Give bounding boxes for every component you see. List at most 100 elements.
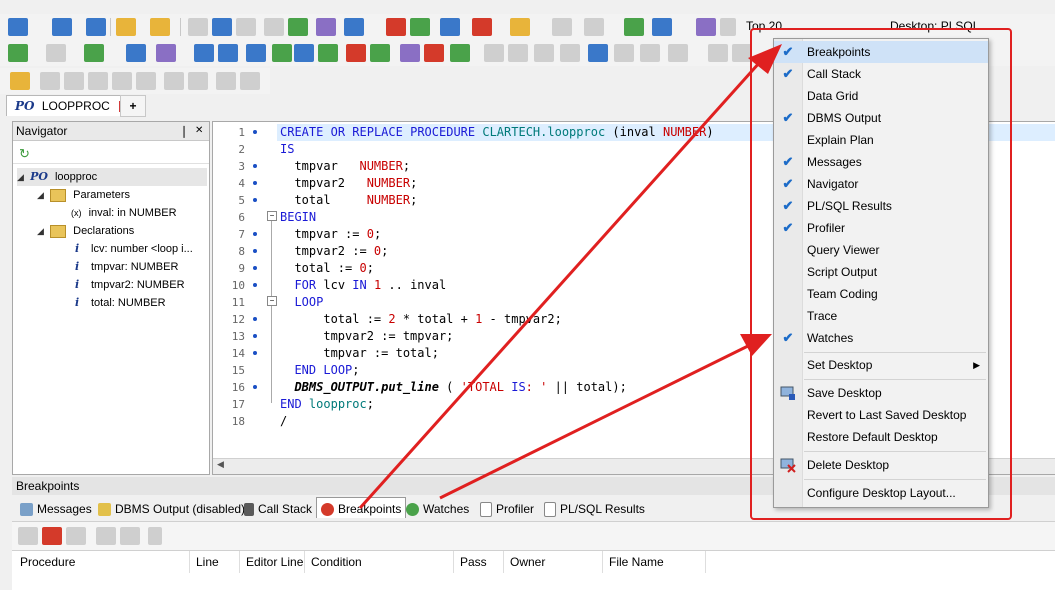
print-icon[interactable] bbox=[316, 18, 336, 36]
watch-icon[interactable] bbox=[370, 44, 390, 62]
tree-item-total[interactable]: i total: NUMBER bbox=[75, 294, 166, 312]
menu-item-revert-desktop[interactable]: Revert to Last Saved Desktop bbox=[774, 404, 988, 426]
refresh-icon[interactable] bbox=[288, 18, 308, 36]
print-preview-icon[interactable] bbox=[236, 18, 256, 36]
profiler-icon[interactable] bbox=[400, 44, 420, 62]
session-icon[interactable] bbox=[440, 18, 460, 36]
executable-line-marker[interactable] bbox=[253, 317, 257, 321]
executable-line-marker[interactable] bbox=[253, 385, 257, 389]
menu-item-configure-desktop[interactable]: Configure Desktop Layout... bbox=[774, 482, 988, 504]
executable-line-marker[interactable] bbox=[253, 181, 257, 185]
executable-line-marker[interactable] bbox=[253, 198, 257, 202]
fold-begin-icon[interactable]: − bbox=[267, 211, 277, 221]
tab-watches[interactable]: Watches bbox=[406, 498, 469, 518]
menu-item-data-grid[interactable]: Data Grid bbox=[774, 85, 988, 107]
menu-item-explain-plan[interactable]: Explain Plan bbox=[774, 129, 988, 151]
schema-icon[interactable] bbox=[86, 18, 106, 36]
run-icon[interactable] bbox=[8, 44, 28, 62]
options-icon[interactable] bbox=[10, 72, 30, 90]
menu-item-pl-sql-results[interactable]: ✔ PL/SQL Results bbox=[774, 195, 988, 217]
clipboard-icon[interactable] bbox=[560, 44, 580, 62]
format-icon[interactable] bbox=[588, 44, 608, 62]
step-over-icon[interactable] bbox=[272, 44, 292, 62]
column-header-pass[interactable]: Pass bbox=[454, 551, 504, 573]
package-icon[interactable] bbox=[150, 18, 170, 36]
team-icon[interactable] bbox=[510, 18, 530, 36]
plsql-run-icon[interactable] bbox=[194, 44, 214, 62]
execute-icon[interactable] bbox=[8, 18, 28, 36]
back-icon[interactable] bbox=[552, 18, 572, 36]
tree-item-inval[interactable]: (x) inval: in NUMBER bbox=[71, 204, 177, 222]
sql-format-icon[interactable] bbox=[344, 18, 364, 36]
collapse-icon[interactable]: ◢ bbox=[37, 222, 47, 240]
replace-icon[interactable] bbox=[668, 44, 688, 62]
paste-icon[interactable] bbox=[508, 44, 528, 62]
menu-item-delete-desktop[interactable]: Delete Desktop bbox=[774, 454, 988, 476]
plsql-icon[interactable] bbox=[652, 18, 672, 36]
close-icon[interactable]: ✕ bbox=[195, 122, 203, 140]
executable-line-marker[interactable] bbox=[253, 283, 257, 287]
forward-icon[interactable] bbox=[584, 18, 604, 36]
menu-item-messages[interactable]: ✔ Messages bbox=[774, 151, 988, 173]
column-header-condition[interactable]: Condition bbox=[305, 551, 454, 573]
top-n-combo[interactable]: Top 20 bbox=[742, 16, 878, 36]
collapse-icon[interactable]: ◢ bbox=[37, 186, 47, 204]
executable-line-marker[interactable] bbox=[253, 232, 257, 236]
executable-line-marker[interactable] bbox=[253, 130, 257, 134]
menu-item-trace[interactable]: Trace bbox=[774, 305, 988, 327]
executable-line-marker[interactable] bbox=[253, 334, 257, 338]
copy-icon[interactable] bbox=[484, 44, 504, 62]
compare-icon[interactable] bbox=[264, 18, 284, 36]
column-header-line[interactable]: Line bbox=[190, 551, 240, 573]
add-breakpoint-icon[interactable] bbox=[42, 527, 62, 545]
executable-line-marker[interactable] bbox=[253, 266, 257, 270]
tree-item-tmpvar[interactable]: i tmpvar: NUMBER bbox=[75, 258, 178, 276]
monitor-icon[interactable] bbox=[472, 18, 492, 36]
refresh-navigator-icon[interactable]: ↻ bbox=[19, 146, 30, 162]
executable-line-marker[interactable] bbox=[253, 249, 257, 253]
search-icon[interactable] bbox=[720, 18, 736, 36]
menu-item-watches[interactable]: ✔ Watches bbox=[774, 327, 988, 349]
menu-item-team-coding[interactable]: Team Coding bbox=[774, 283, 988, 305]
step-into-icon[interactable] bbox=[246, 44, 266, 62]
menu-item-save-desktop[interactable]: Save Desktop bbox=[774, 382, 988, 404]
desktop-combo[interactable]: Desktop: PLSQL bbox=[886, 16, 1026, 36]
grid-icon[interactable] bbox=[126, 44, 146, 62]
menu-item-set-desktop[interactable]: Set Desktop ▶ bbox=[774, 354, 988, 376]
column-header-procedure[interactable]: Procedure bbox=[14, 551, 190, 573]
tab-plsql-results[interactable]: PL/SQL Results bbox=[544, 498, 645, 518]
breakpoint-icon[interactable] bbox=[346, 44, 366, 62]
tab-breakpoints[interactable]: Breakpoints bbox=[316, 497, 407, 518]
run-script-icon[interactable] bbox=[84, 44, 104, 62]
tab-dbms-output[interactable]: DBMS Output (disabled) bbox=[98, 498, 245, 518]
menu-item-navigator[interactable]: ✔ Navigator bbox=[774, 173, 988, 195]
menu-item-query-viewer[interactable]: Query Viewer bbox=[774, 239, 988, 261]
menu-item-profiler[interactable]: ✔ Profiler bbox=[774, 217, 988, 239]
tree-item-lcv[interactable]: i lcv: number <loop i... bbox=[75, 240, 193, 258]
tab-messages[interactable]: Messages bbox=[20, 498, 92, 518]
export-icon[interactable] bbox=[410, 18, 430, 36]
tree-declarations[interactable]: ◢ Declarations bbox=[37, 222, 134, 240]
tree-root[interactable]: ◢ PO loopproc bbox=[17, 168, 207, 186]
tree-item-tmpvar2[interactable]: i tmpvar2: NUMBER bbox=[75, 276, 185, 294]
dots-icon[interactable] bbox=[156, 44, 176, 62]
menu-item-call-stack[interactable]: ✔ Call Stack bbox=[774, 63, 988, 85]
pin-icon[interactable]: ❘ bbox=[179, 122, 189, 140]
tree-parameters[interactable]: ◢ Parameters bbox=[37, 186, 130, 204]
binoculars-icon[interactable] bbox=[614, 44, 634, 62]
sql-editor-icon[interactable] bbox=[52, 18, 72, 36]
calendar-icon[interactable] bbox=[696, 18, 716, 36]
menu-item-breakpoints[interactable]: ✔ Breakpoints bbox=[774, 41, 988, 63]
undo-icon[interactable] bbox=[708, 44, 728, 62]
report-icon[interactable] bbox=[386, 18, 406, 36]
menu-item-script-output[interactable]: Script Output bbox=[774, 261, 988, 283]
executable-line-marker[interactable] bbox=[253, 351, 257, 355]
find-next-icon[interactable] bbox=[640, 44, 660, 62]
fold-loop-icon[interactable]: − bbox=[267, 296, 277, 306]
profiler-stop-icon[interactable] bbox=[424, 44, 444, 62]
open-folder-icon[interactable] bbox=[116, 18, 136, 36]
step-out-icon[interactable] bbox=[294, 44, 314, 62]
run-to-cursor-icon[interactable] bbox=[318, 44, 338, 62]
save-all-icon[interactable] bbox=[212, 18, 232, 36]
stop-icon[interactable] bbox=[46, 44, 66, 62]
